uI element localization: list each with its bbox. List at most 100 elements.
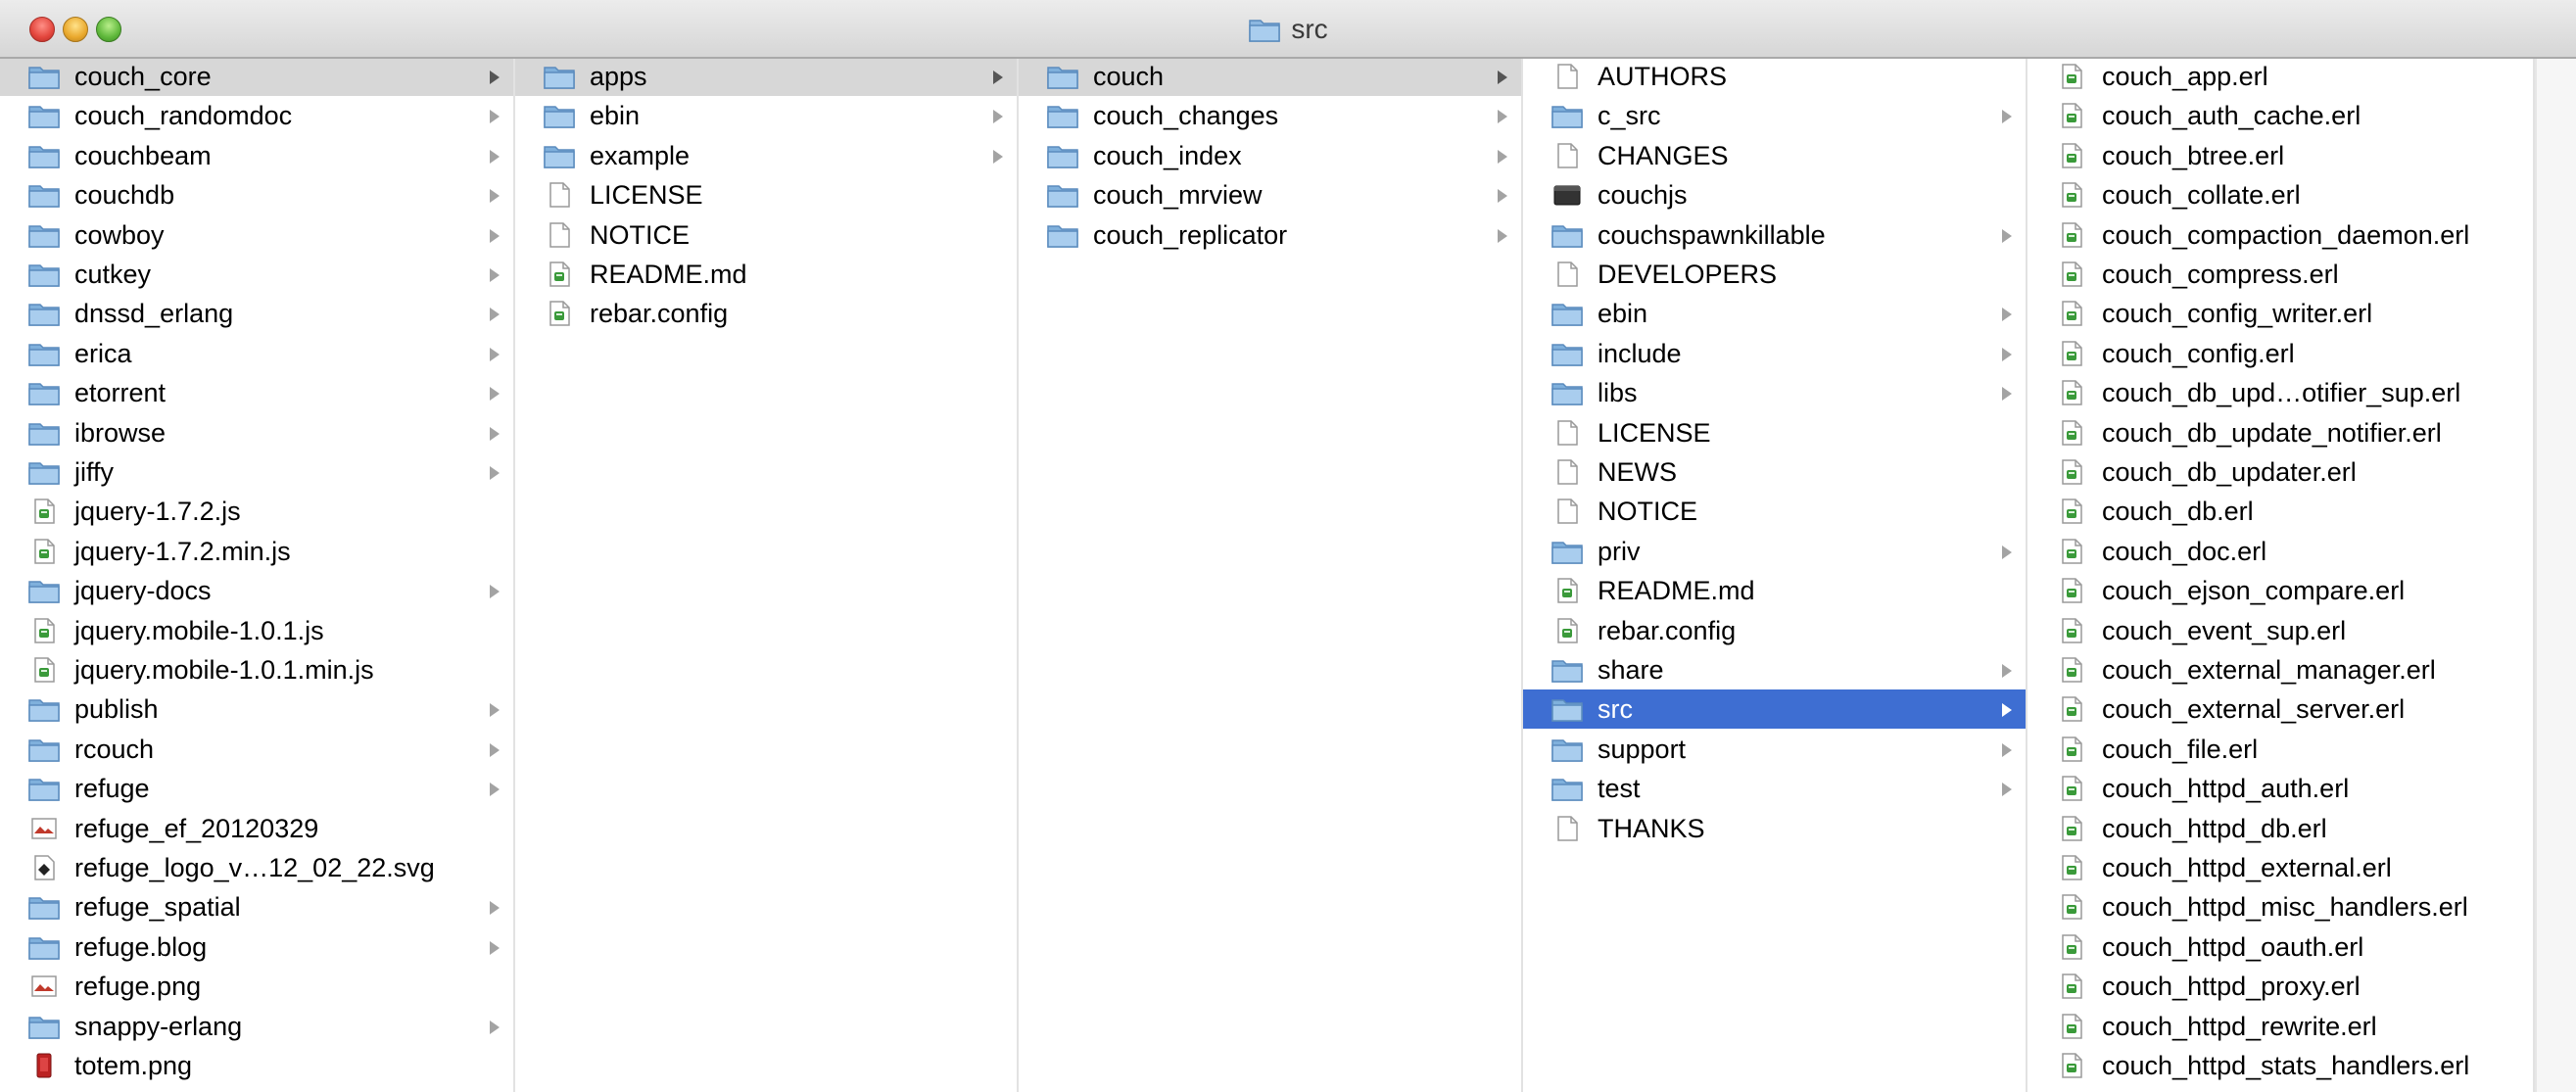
column-4-item[interactable]: couchspawnkillable	[1523, 215, 2026, 255]
column-4-item[interactable]: README.md	[1523, 571, 2026, 610]
column-5-item[interactable]: couch_httpd_auth.erl	[2027, 769, 2533, 808]
column-4-item[interactable]: priv	[1523, 532, 2026, 571]
column-1-item[interactable]: cutkey	[0, 255, 513, 294]
column-1-item[interactable]: publish	[0, 689, 513, 729]
column-5-item[interactable]: couch_db.erl	[2027, 492, 2533, 531]
column-4-item[interactable]: NOTICE	[1523, 492, 2026, 531]
column-5-item[interactable]: couch_httpd_proxy.erl	[2027, 967, 2533, 1006]
column-1-item[interactable]: jquery-1.7.2.js	[0, 492, 513, 531]
column-4-item[interactable]: libs	[1523, 373, 2026, 412]
column-4-item[interactable]: LICENSE	[1523, 413, 2026, 452]
column-5-item[interactable]: couch_compress.erl	[2027, 255, 2533, 294]
column-4-item[interactable]: AUTHORS	[1523, 59, 2026, 96]
column-1-item[interactable]: jquery-1.7.2.min.js	[0, 532, 513, 571]
column-2-item[interactable]: NOTICE	[515, 215, 1017, 255]
executable-icon	[1553, 185, 1581, 206]
folder-icon	[1047, 67, 1078, 89]
column-5-item[interactable]: couch_btree.erl	[2027, 136, 2533, 175]
browser-column-1[interactable]: couch_core couch_randomdoc couchbeam couchd…	[0, 59, 515, 1092]
column-5-item[interactable]: couch_doc.erl	[2027, 532, 2533, 571]
column-1-item[interactable]: jquery-docs	[0, 571, 513, 610]
column-5-item[interactable]: couch_external_server.erl	[2027, 689, 2533, 729]
column-5-item[interactable]: couch_file.erl	[2027, 730, 2533, 769]
column-1-item[interactable]: ibrowse	[0, 413, 513, 452]
column-5-item[interactable]: couch_db_upd…otifier_sup.erl	[2027, 373, 2533, 412]
column-1-item[interactable]: jiffy	[0, 452, 513, 492]
column-5-item[interactable]: couch_auth_cache.erl	[2027, 96, 2533, 135]
column-1-item[interactable]: rcouch	[0, 730, 513, 769]
window-title-text: src	[1291, 14, 1328, 44]
column-4-item[interactable]: c_src	[1523, 96, 2026, 135]
column-4-item[interactable]: DEVELOPERS	[1523, 255, 2026, 294]
column-5-item[interactable]: couch_httpd_stats_handlers.erl	[2027, 1046, 2533, 1085]
column-5-item[interactable]: couch_httpd_db.erl	[2027, 809, 2533, 848]
column-1-item[interactable]: couch_randomdoc	[0, 96, 513, 135]
column-1-item[interactable]: couchbeam	[0, 136, 513, 175]
column-4-item[interactable]: CHANGES	[1523, 136, 2026, 175]
column-1-item[interactable]: cowboy	[0, 215, 513, 255]
column-1-item[interactable]: refuge	[0, 769, 513, 808]
column-4-item[interactable]: include	[1523, 334, 2026, 373]
column-4-item[interactable]: src	[1523, 689, 2026, 730]
browser-column-5[interactable]: couch_app.erl couch_auth_cache.erl couch_b…	[2027, 59, 2535, 1092]
column-1-item[interactable]: refuge_ef_20120329	[0, 809, 513, 848]
browser-column-4[interactable]: AUTHORS c_src CHANGES couchjs couchspawnkill…	[1523, 59, 2027, 1092]
folder-icon	[1551, 660, 1583, 683]
column-1-item[interactable]: jquery.mobile-1.0.1.js	[0, 611, 513, 650]
column-5-item[interactable]: couch_ejson_compare.erl	[2027, 571, 2533, 610]
script-file-icon	[2062, 419, 2082, 446]
folder-icon	[544, 146, 575, 168]
column-1-item[interactable]: erica	[0, 334, 513, 373]
column-4-item[interactable]: ebin	[1523, 294, 2026, 333]
column-5-item[interactable]: couch_httpd_oauth.erl	[2027, 927, 2533, 967]
column-5-item[interactable]: couch_compaction_daemon.erl	[2027, 215, 2533, 255]
column-1-item[interactable]: totem.png	[0, 1046, 513, 1085]
column-3-item[interactable]: couch_changes	[1019, 96, 1521, 135]
column-5-item[interactable]: couch_httpd_external.erl	[2027, 848, 2533, 887]
column-4-item[interactable]: test	[1523, 769, 2026, 808]
column-1-item[interactable]: snappy-erlang	[0, 1007, 513, 1046]
column-1-item[interactable]: refuge.png	[0, 967, 513, 1006]
column-5-item[interactable]: couch_config_writer.erl	[2027, 294, 2533, 333]
column-1-item[interactable]: refuge_logo_v…12_02_22.svg	[0, 848, 513, 887]
column-4-item[interactable]: NEWS	[1523, 452, 2026, 492]
column-5-item[interactable]: couch_app.erl	[2027, 59, 2533, 96]
column-2-item[interactable]: README.md	[515, 255, 1017, 294]
column-1-item[interactable]: refuge.blog	[0, 927, 513, 967]
column-5-item[interactable]: couch_httpd_rewrite.erl	[2027, 1007, 2533, 1046]
column-1-item[interactable]: refuge_spatial	[0, 887, 513, 926]
column-3-item[interactable]: couch_mrview	[1019, 175, 1521, 214]
column-1-item[interactable]: jquery.mobile-1.0.1.min.js	[0, 650, 513, 689]
column-5-item[interactable]: couch_db_updater.erl	[2027, 452, 2533, 492]
column-2-item[interactable]: example	[515, 136, 1017, 175]
column-5-item[interactable]: couch_collate.erl	[2027, 175, 2533, 214]
column-5-item[interactable]: couch_config.erl	[2027, 334, 2533, 373]
column-3-item[interactable]: couch_replicator	[1019, 215, 1521, 255]
column-5-item[interactable]: couch_external_manager.erl	[2027, 650, 2533, 689]
browser-column-2[interactable]: apps ebin example LICENSE NOTICE README.md reb…	[515, 59, 1019, 1092]
item-label: refuge_spatial	[74, 892, 241, 923]
column-2-item[interactable]: apps	[515, 59, 1017, 96]
column-3-item[interactable]: couch_index	[1019, 136, 1521, 175]
column-4-item[interactable]: couchjs	[1523, 175, 2026, 214]
column-2-item[interactable]: ebin	[515, 96, 1017, 135]
column-1-item[interactable]: etorrent	[0, 373, 513, 412]
column-5-item[interactable]: couch_httpd_misc_handlers.erl	[2027, 887, 2533, 926]
column-2-item[interactable]: rebar.config	[515, 294, 1017, 333]
item-label: ebin	[590, 101, 641, 131]
column-4-item[interactable]: support	[1523, 730, 2026, 769]
column-5-item[interactable]: couch_event_sup.erl	[2027, 611, 2533, 650]
column-4-item[interactable]: share	[1523, 650, 2026, 689]
column-1-item[interactable]: couch_core	[0, 59, 513, 96]
column-4-item[interactable]: rebar.config	[1523, 611, 2026, 650]
item-label: README.md	[590, 260, 747, 289]
item-label: couch	[1093, 62, 1165, 91]
column-1-item[interactable]: dnssd_erlang	[0, 294, 513, 333]
column-5-item[interactable]: couch_db_update_notifier.erl	[2027, 413, 2533, 452]
column-2-item[interactable]: LICENSE	[515, 175, 1017, 214]
scroll-area[interactable]	[2535, 59, 2576, 1092]
column-1-item[interactable]: couchdb	[0, 175, 513, 214]
column-3-item[interactable]: couch	[1019, 59, 1521, 96]
browser-column-3[interactable]: couch couch_changes couch_index couch_mrvie…	[1019, 59, 1523, 1092]
column-4-item[interactable]: THANKS	[1523, 809, 2026, 848]
